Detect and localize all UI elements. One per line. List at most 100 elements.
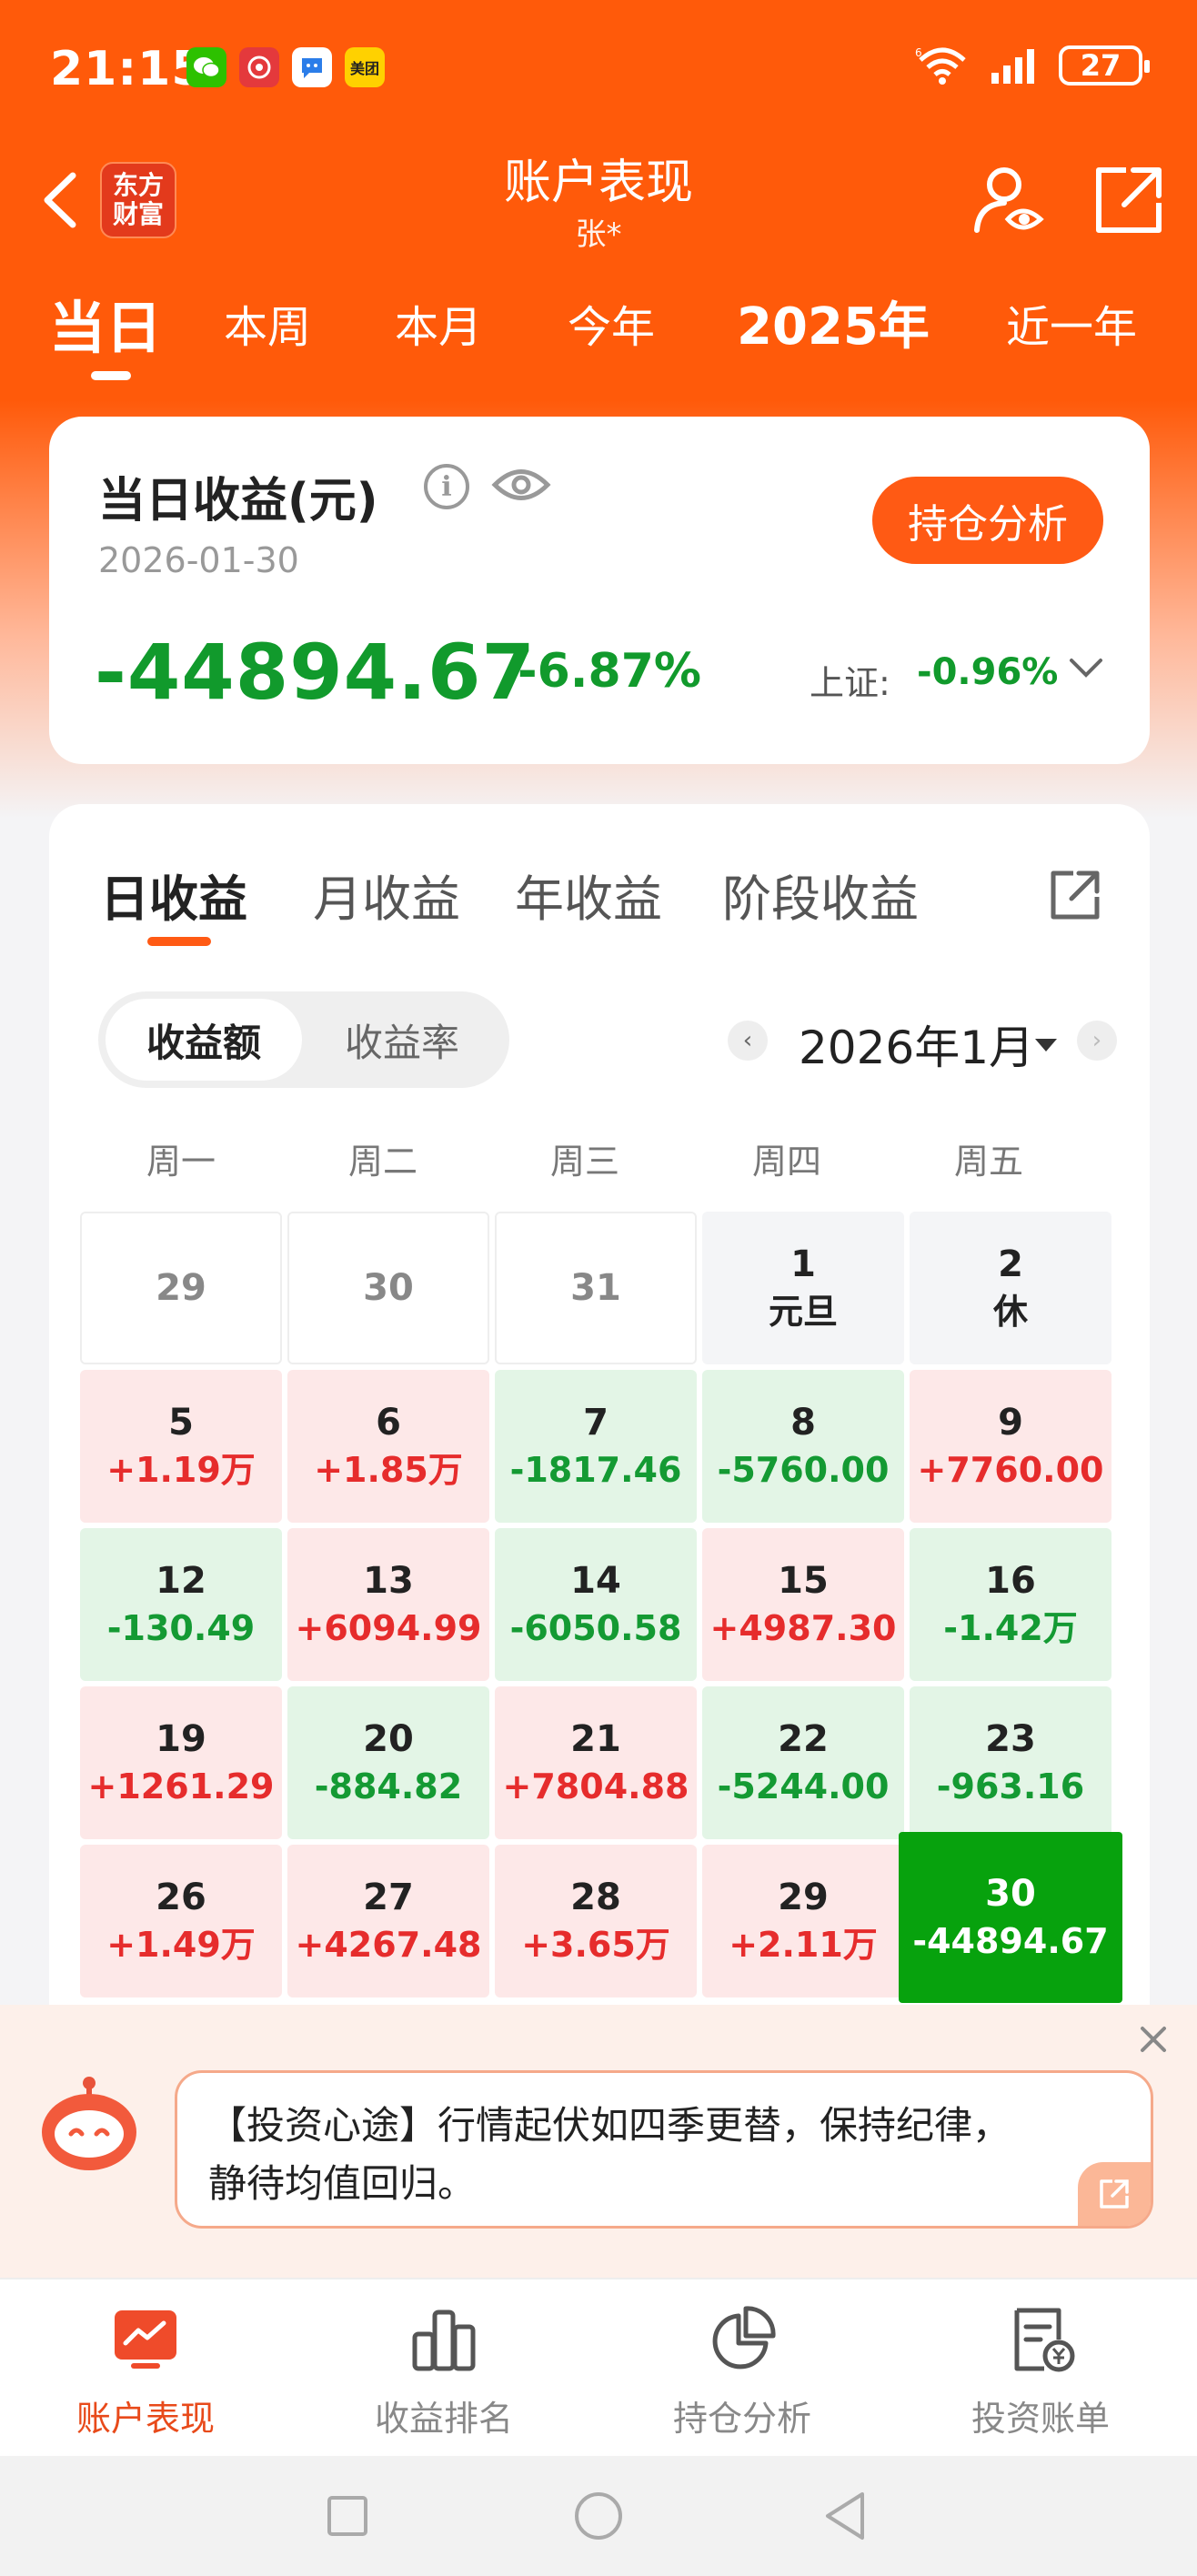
period-tabs: 当日 本周 本月 今年 2025年 近一年 bbox=[0, 282, 1197, 382]
calendar-day-cell[interactable]: 30 bbox=[287, 1212, 489, 1364]
calendar-tab-indicator bbox=[147, 937, 211, 946]
calendar-day-cell[interactable]: 22 -5244.00 bbox=[702, 1686, 904, 1839]
calendar-day-cell[interactable]: 20 -884.82 bbox=[287, 1686, 489, 1839]
home-icon[interactable] bbox=[569, 2487, 628, 2545]
tab-monthly-profit[interactable]: 月收益 bbox=[313, 859, 460, 931]
day-number: 7 bbox=[583, 1402, 609, 1444]
day-number: 14 bbox=[570, 1560, 621, 1602]
toggle-profit-amount[interactable]: 收益额 bbox=[106, 999, 302, 1081]
chevron-down-icon[interactable] bbox=[1066, 655, 1106, 682]
calendar-day-cell[interactable]: 2休 bbox=[910, 1212, 1112, 1364]
top-nav: 东方 财富 账户表现 张* bbox=[0, 136, 1197, 264]
calendar-day-cell[interactable]: 15 +4987.30 bbox=[702, 1528, 904, 1681]
calendar-day-cell[interactable]: 6 +1.85万 bbox=[287, 1370, 489, 1523]
calendar-day-cell[interactable]: 21 +7804.88 bbox=[495, 1686, 697, 1839]
month-label[interactable]: 2026年1月 bbox=[799, 1011, 1034, 1077]
calendar-day-cell[interactable]: 16 -1.42万 bbox=[910, 1528, 1112, 1681]
tab-last-year[interactable]: 近一年 bbox=[1006, 291, 1137, 355]
calendar-day-cell[interactable]: 29 bbox=[80, 1212, 282, 1364]
tip-share-button[interactable] bbox=[1078, 2162, 1151, 2226]
calendar-day-cell-selected[interactable]: 30 -44894.67 bbox=[899, 1832, 1122, 2003]
wifi-icon: 6 bbox=[915, 46, 966, 85]
day-profit-value: -5760.00 bbox=[717, 1450, 890, 1490]
share-icon[interactable] bbox=[1046, 866, 1104, 924]
tab-this-month[interactable]: 本月 bbox=[395, 291, 482, 355]
calendar-day-cell[interactable]: 5 +1.19万 bbox=[80, 1370, 282, 1523]
calendar-day-cell[interactable]: 8 -5760.00 bbox=[702, 1370, 904, 1523]
tab-2025[interactable]: 2025年 bbox=[737, 286, 930, 359]
calendar-day-cell[interactable]: 28 +3.65万 bbox=[495, 1845, 697, 1997]
day-profit-value: +4987.30 bbox=[709, 1608, 897, 1648]
status-time: 21:15 bbox=[50, 42, 206, 96]
tab-stage-profit[interactable]: 阶段收益 bbox=[722, 859, 919, 931]
day-profit-value: +7804.88 bbox=[502, 1766, 689, 1806]
back-triangle-icon[interactable] bbox=[817, 2487, 875, 2545]
privacy-view-icon[interactable] bbox=[970, 159, 1051, 241]
music-app-icon bbox=[239, 47, 279, 87]
toggle-profit-rate[interactable]: 收益率 bbox=[304, 999, 500, 1081]
calendar-day-cell[interactable]: 29 +2.11万 bbox=[702, 1845, 904, 1997]
tab-this-year[interactable]: 今年 bbox=[568, 291, 655, 355]
calendar-day-cell[interactable]: 12 -130.49 bbox=[80, 1528, 282, 1681]
info-icon[interactable]: i bbox=[424, 464, 469, 509]
status-indicators: 6 27 bbox=[915, 45, 1150, 86]
calendar-day-cell[interactable]: 27 +4267.48 bbox=[287, 1845, 489, 1997]
tab-today[interactable]: 当日 bbox=[49, 282, 162, 364]
holiday-label: 元旦 bbox=[768, 1292, 838, 1332]
day-number: 30 bbox=[363, 1267, 414, 1309]
day-number: 26 bbox=[156, 1877, 206, 1918]
recent-apps-icon[interactable] bbox=[318, 2487, 377, 2545]
day-profit-value: +1.49万 bbox=[106, 1925, 256, 1965]
tab-daily-profit[interactable]: 日收益 bbox=[100, 859, 247, 931]
day-profit-value: +6094.99 bbox=[295, 1608, 482, 1648]
wechat-icon bbox=[186, 47, 226, 87]
day-number: 27 bbox=[363, 1877, 414, 1918]
calendar-day-cell[interactable]: 26 +1.49万 bbox=[80, 1845, 282, 1997]
index-label: 上证: bbox=[810, 663, 890, 703]
calendar-day-cell[interactable]: 13 +6094.99 bbox=[287, 1528, 489, 1681]
profit-calendar-card: 日收益 月收益 年收益 阶段收益 收益额 收益率 ‹ 2026年1月 › 周一 … bbox=[49, 804, 1150, 2096]
ranking-bars-icon bbox=[412, 2309, 476, 2371]
nav-label: 持仓分析 bbox=[672, 2399, 811, 2439]
share-export-icon[interactable] bbox=[1088, 159, 1170, 241]
day-number: 5 bbox=[168, 1402, 194, 1444]
day-profit-value: +7760.00 bbox=[917, 1450, 1104, 1490]
tab-yearly-profit[interactable]: 年收益 bbox=[515, 859, 662, 931]
day-profit-value: -130.49 bbox=[106, 1608, 256, 1648]
month-dropdown-caret-icon[interactable] bbox=[1035, 1039, 1057, 1052]
calendar-day-cell[interactable]: 23 -963.16 bbox=[910, 1686, 1112, 1839]
status-app-icons: 美团 bbox=[186, 47, 385, 87]
status-bar: 21:15 美团 6 27 bbox=[0, 0, 1197, 136]
nav-holdings-analysis[interactable]: 持仓分析 bbox=[624, 2303, 860, 2440]
nav-label: 收益排名 bbox=[374, 2399, 513, 2439]
meituan-icon: 美团 bbox=[345, 47, 385, 87]
calendar-day-cell[interactable]: 31 bbox=[495, 1212, 697, 1364]
next-month-button[interactable]: › bbox=[1077, 1021, 1117, 1061]
calendar-day-cell[interactable]: 9 +7760.00 bbox=[910, 1370, 1112, 1523]
tab-this-week[interactable]: 本周 bbox=[224, 291, 311, 355]
profit-date: 2026-01-30 bbox=[98, 540, 299, 580]
prev-month-button[interactable]: ‹ bbox=[728, 1021, 768, 1061]
bottom-nav: 账户表现 收益排名 持仓分析 投资账单 bbox=[0, 2278, 1197, 2456]
day-number: 29 bbox=[778, 1877, 829, 1918]
holdings-analysis-button[interactable]: 持仓分析 bbox=[872, 477, 1103, 564]
tip-text: 【投资心途】行情起伏如四季更替，保持纪律，静待均值回归。 bbox=[208, 2103, 1011, 2206]
nav-profit-ranking[interactable]: 收益排名 bbox=[326, 2303, 562, 2440]
calendar-day-cell[interactable]: 7 -1817.46 bbox=[495, 1370, 697, 1523]
nav-account-performance[interactable]: 账户表现 bbox=[27, 2303, 264, 2440]
day-profit-value: +2.11万 bbox=[729, 1925, 878, 1965]
nav-investment-bill[interactable]: 投资账单 bbox=[922, 2303, 1159, 2440]
close-icon[interactable] bbox=[1135, 2021, 1172, 2058]
amount-rate-toggle: 收益额 收益率 bbox=[98, 991, 509, 1088]
calendar-day-cell[interactable]: 14 -6050.58 bbox=[495, 1528, 697, 1681]
calendar-day-cell[interactable]: 19 +1261.29 bbox=[80, 1686, 282, 1839]
holiday-label: 休 bbox=[992, 1292, 1028, 1332]
eye-icon[interactable] bbox=[491, 462, 551, 508]
battery-indicator: 27 bbox=[1059, 45, 1150, 86]
system-navigation-bar bbox=[0, 2456, 1197, 2576]
day-number: 12 bbox=[156, 1560, 206, 1602]
index-value: -0.96% bbox=[917, 651, 1059, 693]
day-profit-value: -6050.58 bbox=[509, 1608, 682, 1648]
day-number: 28 bbox=[570, 1877, 621, 1918]
calendar-day-cell[interactable]: 1 元旦 bbox=[702, 1212, 904, 1364]
